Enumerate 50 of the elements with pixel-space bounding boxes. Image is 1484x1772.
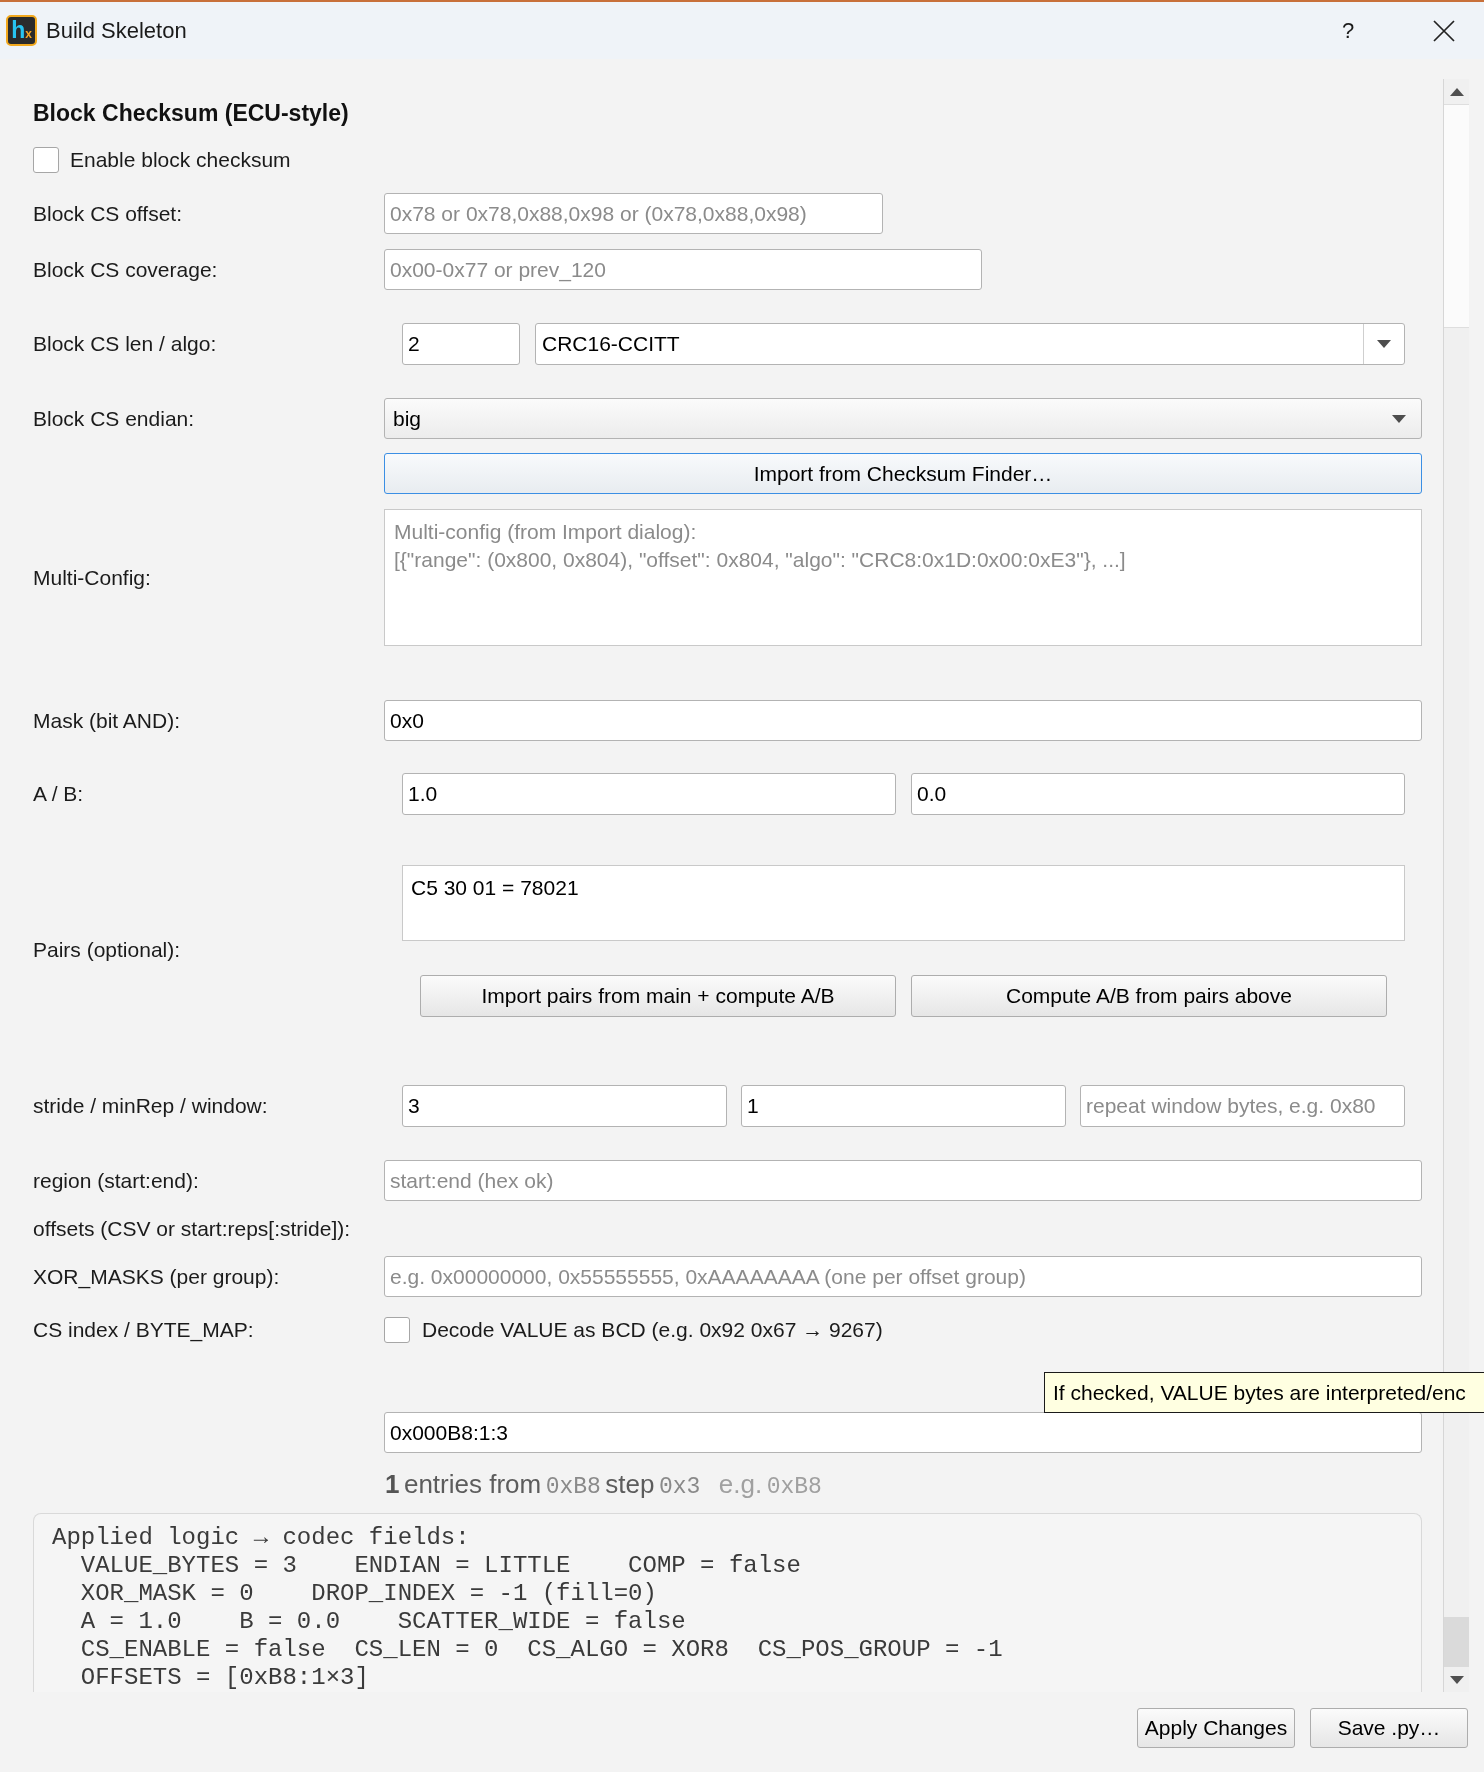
input-field[interactable]: 1 xyxy=(741,1085,1066,1127)
input-field[interactable]: 0x000B8:1:3 xyxy=(384,1412,1422,1453)
field-label: offsets (CSV or start:reps[:stride]): xyxy=(33,1217,351,1241)
field-label: stride / minRep / window: xyxy=(33,1094,268,1118)
combo-box[interactable]: CRC16-CCITT xyxy=(535,323,1405,365)
field-label: Pairs (optional): xyxy=(33,938,181,962)
field-label: A / B: xyxy=(33,782,84,806)
field-label: Block CS len / algo: xyxy=(33,332,217,356)
checkbox-label[interactable]: Decode VALUE as BCD (e.g. 0x92 0x67 → 9267) xyxy=(422,1318,883,1342)
tooltip: If checked, VALUE bytes are interpreted/enc xyxy=(1044,1372,1484,1413)
field-label: Block CS endian: xyxy=(33,406,195,431)
checkbox[interactable] xyxy=(384,1317,410,1343)
input-field[interactable]: 0x00-0x77 or prev_120 xyxy=(384,249,982,290)
import-button[interactable]: Import from Checksum Finder… xyxy=(384,453,1422,494)
combo-box[interactable]: big xyxy=(384,398,1422,439)
action-button[interactable]: Import pairs from main + compute A/B xyxy=(420,975,896,1017)
field-label: region (start:end): xyxy=(33,1168,199,1193)
checkbox-label[interactable]: Enable block checksum xyxy=(70,148,291,172)
input-field[interactable]: 0x0 xyxy=(384,700,1422,741)
action-button[interactable]: Compute A/B from pairs above xyxy=(911,975,1387,1017)
scrollbar-thumb[interactable] xyxy=(1444,104,1469,328)
input-field[interactable]: repeat window bytes, e.g. 0x80 xyxy=(1080,1085,1405,1127)
field-label: Block CS offset: xyxy=(33,201,182,226)
field-label: CS index / BYTE_MAP: xyxy=(33,1318,254,1342)
scroll-down-arrow-icon[interactable] xyxy=(1449,1675,1464,1684)
close-icon xyxy=(1433,19,1455,42)
input-field[interactable]: 1.0 xyxy=(402,773,896,815)
window-title: Build Skeleton xyxy=(46,17,187,45)
field-label: Mask (bit AND): xyxy=(33,708,181,733)
text-area[interactable]: C5 30 01 = 78021 xyxy=(402,865,1405,941)
field-label: XOR_MASKS (per group): xyxy=(33,1264,280,1289)
input-field[interactable]: 0x78 or 0x78,0x88,0x98 or (0x78,0x88,0x98) xyxy=(384,193,883,234)
input-field[interactable]: 3 xyxy=(402,1085,727,1127)
field-label: Multi-Config: xyxy=(33,565,151,590)
code-output-panel: Applied logic → codec fields: VALUE_BYTES = 3 ENDIAN = LITTLE COMP = false XOR_MASK = 0 DROP_INDEX = -1 (fill=0) A = 1.0 B = 0.0 SCATTER_WIDE = false CS_ENABLE = false CS_LEN = 0 CS_ALGO = XOR8 CS_POS_GROUP = -1 OFFSETS = [0xB8:1×3] xyxy=(33,1513,1422,1692)
checkbox[interactable] xyxy=(33,147,59,173)
scroll-up-arrow-icon[interactable] xyxy=(1449,87,1464,96)
dropdown-arrow-icon xyxy=(1392,414,1406,423)
dropdown-arrow-icon xyxy=(1377,340,1391,348)
dialog-button[interactable]: Apply Changes xyxy=(1137,1708,1295,1748)
help-button[interactable]: ? xyxy=(1333,12,1363,49)
dialog-button[interactable]: Save .py… xyxy=(1310,1708,1468,1748)
section-heading: Block Checksum (ECU-style) xyxy=(33,101,349,125)
offsets-summary-text: 1 entries from 0xB8 step 0x3 e.g. 0xB8 xyxy=(385,1470,822,1498)
input-field[interactable]: e.g. 0x00000000, 0x55555555, 0xAAAAAAAA (one per offset group) xyxy=(384,1256,1422,1297)
input-field[interactable]: 2 xyxy=(402,323,520,365)
text-area[interactable]: Multi-config (from Import dialog): [{"range": (0x800, 0x804), "offset": 0x804, "algo": "CRC8:0x1D:0x00:0xE3"}, ...] xyxy=(384,509,1422,646)
input-field[interactable]: start:end (hex ok) xyxy=(384,1160,1422,1201)
input-field[interactable]: 0.0 xyxy=(911,773,1405,815)
field-label: Block CS coverage: xyxy=(33,257,218,282)
